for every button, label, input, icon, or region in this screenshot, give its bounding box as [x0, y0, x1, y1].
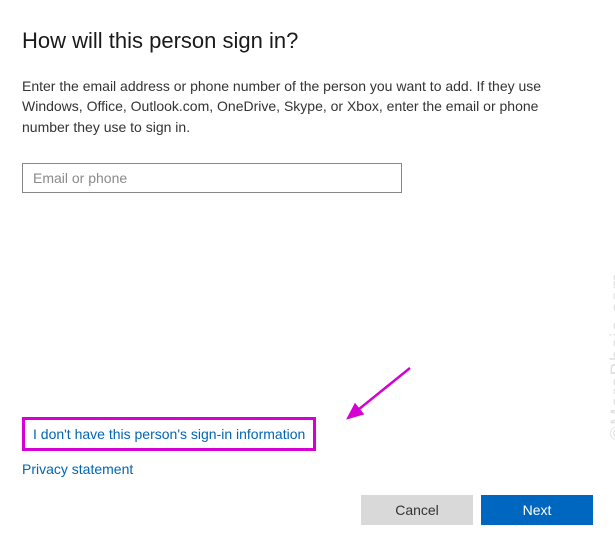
next-button[interactable]: Next — [481, 495, 593, 525]
no-signin-info-link[interactable]: I don't have this person's sign-in infor… — [22, 417, 316, 451]
description-text: Enter the email address or phone number … — [22, 76, 582, 137]
watermark-text: ©MeraBheja.com — [608, 272, 615, 441]
page-title: How will this person sign in? — [22, 28, 593, 54]
cancel-button[interactable]: Cancel — [361, 495, 473, 525]
button-row: Cancel Next — [22, 495, 593, 525]
email-phone-input[interactable] — [22, 163, 402, 193]
privacy-statement-link[interactable]: Privacy statement — [22, 461, 593, 477]
